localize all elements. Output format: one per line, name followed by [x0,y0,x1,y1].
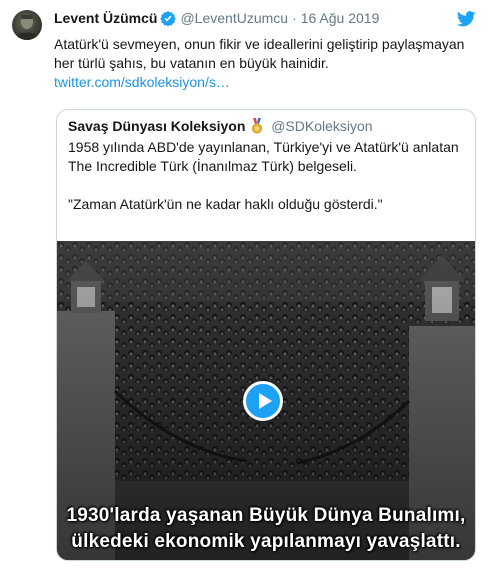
quoted-text-line: "Zaman Atatürk'ün ne kadar haklı olduğu … [68,196,383,212]
video-caption-line: 1930'larda yaşanan Büyük Dünya Bunalımı, [66,505,466,526]
quoted-text-line: 1958 yılında ABD'de yayınlanan, Türkiye'… [68,139,459,155]
verified-badge-icon [160,10,177,29]
quoted-author-name[interactable]: Savaş Dünyası Koleksiyon [68,118,245,134]
tweet-text-line: Atatürk'ü sevmeyen, onun fikir ve ideall… [54,36,465,52]
author-handle[interactable]: @LeventUzumcu [180,10,288,26]
video-caption-line: ülkedeki ekonomik yapılanmayı yavaşlattı… [71,531,461,552]
quoted-tweet-card[interactable]: Savaş Dünyası Koleksiyon @SDKoleksiyon 1… [56,109,476,561]
tweet-text: Atatürk'ü sevmeyen, onun fikir ve ideall… [54,35,474,92]
video-player[interactable]: 1930'larda yaşanan Büyük Dünya Bunalımı,… [57,241,475,560]
tweet-header: Levent Üzümcü @LeventUzumcu · 16 Ağu 2019 [54,10,478,30]
tweet-link[interactable]: twitter.com/sdkoleksiyon/s… [54,74,230,90]
avatar[interactable] [12,10,42,40]
medal-icon [251,118,263,137]
twitter-bird-icon[interactable] [456,11,476,32]
quoted-text-line: The Incredible Türk (İnanılmaz Türk) bel… [68,158,357,174]
separator-dot: · [292,10,297,26]
quoted-handle[interactable]: @SDKoleksiyon [271,118,372,134]
play-button[interactable] [243,381,283,421]
quoted-header: Savaş Dünyası Koleksiyon @SDKoleksiyon [68,118,373,137]
tweet-date[interactable]: 16 Ağu 2019 [301,10,380,26]
quoted-text: 1958 yılında ABD'de yayınlanan, Türkiye'… [68,138,468,214]
author-name[interactable]: Levent Üzümcü [54,10,157,26]
tweet-text-line: her türlü şahıs, bu vatanın en büyük hai… [54,55,329,71]
play-icon [259,393,272,409]
